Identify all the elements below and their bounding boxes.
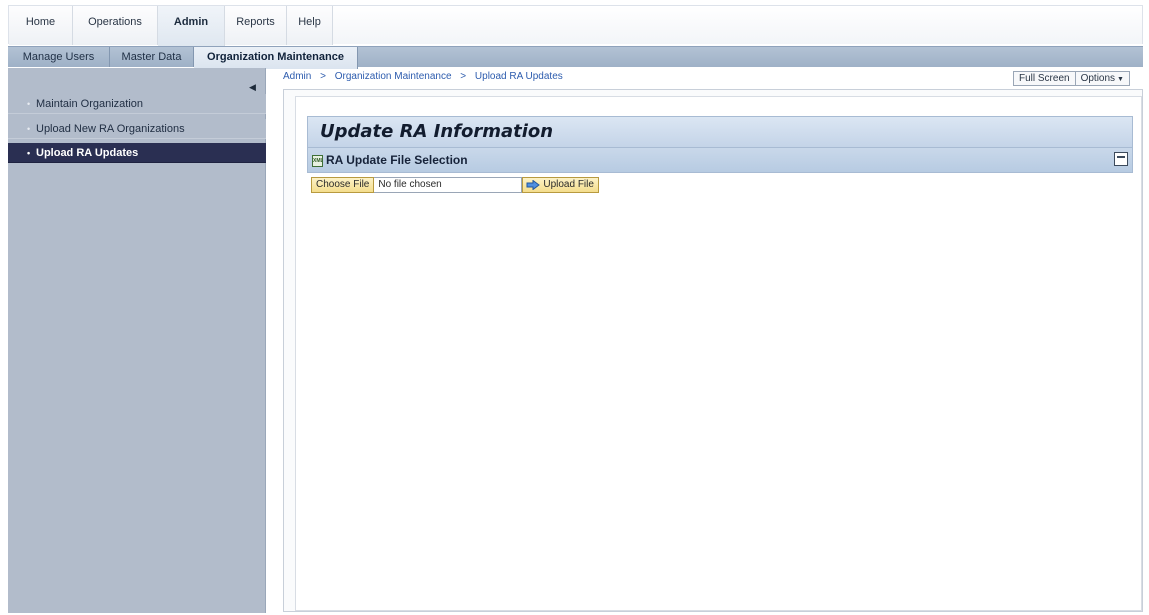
sidebar-item-upload-new-ra-organizations[interactable]: • Upload New RA Organizations: [8, 119, 266, 139]
choose-file-button[interactable]: Choose File: [311, 177, 375, 193]
subtab-organization-maintenance[interactable]: Organization Maintenance: [194, 47, 358, 69]
tab-home[interactable]: Home: [9, 6, 73, 45]
tab-reports[interactable]: Reports: [225, 6, 287, 45]
file-upload-row: Choose File No file chosen Upload File: [311, 177, 599, 193]
tab-admin[interactable]: Admin: [158, 6, 225, 47]
page-header: Update RA Information: [307, 116, 1133, 147]
section-title: RA Update File Selection: [326, 153, 468, 167]
sidebar-item-label: Maintain Organization: [36, 98, 144, 110]
bullet-icon: •: [27, 99, 31, 109]
bullet-icon: •: [27, 148, 31, 158]
options-button[interactable]: Options ▼: [1074, 72, 1129, 85]
breadcrumb-separator: >: [320, 71, 326, 82]
minimize-section-icon[interactable]: [1114, 152, 1128, 166]
sidebar-item-label: Upload RA Updates: [36, 147, 139, 159]
content-panel: [295, 96, 1142, 611]
subtab-master-data[interactable]: Master Data: [110, 47, 194, 67]
full-screen-button[interactable]: Full Screen: [1014, 72, 1075, 85]
breadcrumb: Admin > Organization Maintenance > Uploa…: [283, 71, 563, 85]
upload-file-button[interactable]: Upload File: [522, 177, 599, 193]
section-header: XML RA Update File Selection: [307, 147, 1133, 173]
breadcrumb-organization-maintenance[interactable]: Organization Maintenance: [335, 71, 452, 82]
caret-down-icon: ▼: [1117, 76, 1124, 83]
sub-tab-bar: Manage Users Master Data Organization Ma…: [8, 46, 1143, 69]
collapse-sidebar-icon[interactable]: ◀: [249, 82, 257, 92]
breadcrumb-current: Upload RA Updates: [474, 71, 563, 82]
sidebar-item-upload-ra-updates[interactable]: • Upload RA Updates: [8, 143, 266, 163]
page-toolbar: Full Screen Options ▼: [1013, 71, 1130, 86]
arrow-right-icon: [526, 179, 541, 191]
breadcrumb-admin[interactable]: Admin: [283, 71, 311, 82]
file-chosen-text: No file chosen: [374, 177, 523, 193]
options-label: Options: [1080, 73, 1116, 84]
breadcrumb-separator: >: [460, 71, 467, 82]
sidebar-item-maintain-organization[interactable]: • Maintain Organization: [8, 94, 266, 114]
tab-help[interactable]: Help: [287, 6, 333, 45]
sidebar-item-label: Upload New RA Organizations: [36, 123, 185, 135]
main-tab-bar: Home Operations Admin Reports Help: [8, 5, 1143, 47]
subtab-manage-users[interactable]: Manage Users: [8, 47, 110, 67]
xml-file-icon: XML: [312, 155, 323, 167]
tab-operations[interactable]: Operations: [73, 6, 158, 45]
page-title: Update RA Information: [320, 121, 554, 142]
upload-file-label: Upload File: [543, 179, 594, 190]
bullet-icon: •: [27, 124, 31, 134]
